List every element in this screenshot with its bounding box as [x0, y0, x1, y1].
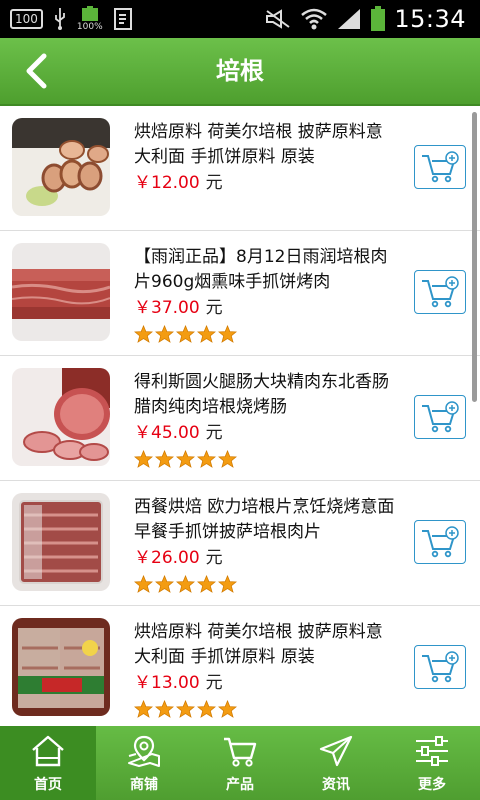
- product-name[interactable]: 烘焙原料 荷美尔培根 披萨原料意大利面 手抓饼原料 原装: [134, 120, 396, 170]
- add-to-cart-button[interactable]: [414, 145, 466, 189]
- rating-stars: [134, 325, 396, 343]
- status-box-indicator: 100: [10, 9, 43, 29]
- star-icon: [155, 700, 174, 718]
- tab-more[interactable]: 更多: [384, 726, 480, 800]
- tab-label: 更多: [418, 777, 446, 793]
- star-icon: [176, 325, 195, 343]
- usb-icon: [55, 8, 65, 30]
- cart-plus-icon: [422, 151, 459, 183]
- tab-label: 首页: [34, 777, 62, 793]
- star-icon: [218, 325, 237, 343]
- star-icon: [134, 700, 153, 718]
- star-icon: [197, 700, 216, 718]
- cart-plus-icon: [422, 526, 459, 558]
- product-image: [12, 368, 110, 466]
- scrollbar[interactable]: [472, 112, 477, 402]
- star-icon: [197, 575, 216, 593]
- battery-icon: [371, 6, 386, 31]
- product-name[interactable]: 烘焙原料 荷美尔培根 披萨原料意大利面 手抓饼原料 原装: [134, 620, 396, 670]
- add-to-cart-button[interactable]: [414, 520, 466, 564]
- mute-icon: [266, 9, 290, 29]
- price-unit: 元: [205, 173, 223, 193]
- price-unit: 元: [205, 548, 223, 568]
- notification-icon: [113, 8, 132, 30]
- product-price: ￥13.00: [134, 673, 200, 693]
- price-unit: 元: [205, 673, 223, 693]
- product-price: ￥37.00: [134, 298, 200, 318]
- page-title: 培根: [216, 57, 264, 85]
- tab-label: 产品: [226, 777, 254, 793]
- product-name[interactable]: 【雨润正品】8月12日雨润培根肉片960g烟熏味手抓饼烤肉: [134, 245, 396, 295]
- status-bar: 100 100% 15:34: [0, 0, 480, 38]
- add-to-cart-button[interactable]: [414, 645, 466, 689]
- tab-shops[interactable]: 商铺: [96, 726, 192, 800]
- cart-plus-icon: [422, 651, 459, 683]
- star-icon: [176, 575, 195, 593]
- star-icon: [134, 325, 153, 343]
- price-unit: 元: [205, 298, 223, 318]
- star-icon: [176, 700, 195, 718]
- star-icon: [197, 325, 216, 343]
- star-icon: [155, 450, 174, 468]
- product-row[interactable]: 【雨润正品】8月12日雨润培根肉片960g烟熏味手抓饼烤肉 ￥37.00 元: [0, 231, 480, 356]
- add-to-cart-button[interactable]: [414, 395, 466, 439]
- product-row[interactable]: 得利斯圆火腿肠大块精肉东北香肠腊肉纯肉培根烧烤肠 ￥45.00 元: [0, 356, 480, 481]
- home-icon: [32, 735, 64, 767]
- product-name[interactable]: 西餐烘焙 欧力培根片烹饪烧烤意面早餐手抓饼披萨培根肉片: [134, 495, 396, 545]
- tab-products[interactable]: 产品: [192, 726, 288, 800]
- product-image: [12, 618, 110, 716]
- map-icon: [128, 735, 160, 767]
- product-image: [12, 243, 110, 341]
- battery-percent: 100%: [76, 22, 103, 32]
- signal-icon: [338, 9, 361, 29]
- tab-label: 资讯: [322, 777, 350, 793]
- product-row[interactable]: 烘焙原料 荷美尔培根 披萨原料意大利面 手抓饼原料 原装 ￥13.00 元: [0, 606, 480, 726]
- product-name[interactable]: 得利斯圆火腿肠大块精肉东北香肠腊肉纯肉培根烧烤肠: [134, 370, 396, 420]
- product-row[interactable]: 西餐烘焙 欧力培根片烹饪烧烤意面早餐手抓饼披萨培根肉片 ￥26.00 元: [0, 481, 480, 606]
- battery-status: 100%: [77, 6, 103, 32]
- product-row[interactable]: 烘焙原料 荷美尔培根 披萨原料意大利面 手抓饼原料 原装 ￥12.00 元: [0, 106, 480, 231]
- star-icon: [218, 700, 237, 718]
- cart-plus-icon: [422, 276, 459, 308]
- rating-stars: [134, 575, 396, 593]
- tab-label: 商铺: [130, 777, 158, 793]
- tab-home[interactable]: 首页: [0, 726, 96, 800]
- star-icon: [155, 575, 174, 593]
- rating-stars: [134, 700, 396, 718]
- tab-news[interactable]: 资讯: [288, 726, 384, 800]
- cart-icon: [224, 737, 257, 767]
- star-icon: [218, 575, 237, 593]
- product-price: ￥26.00: [134, 548, 200, 568]
- send-icon: [319, 735, 353, 767]
- add-to-cart-button[interactable]: [414, 270, 466, 314]
- cart-plus-icon: [422, 401, 459, 433]
- rating-stars: [134, 450, 396, 468]
- app-header: 培根: [0, 38, 480, 106]
- product-image: [12, 118, 110, 216]
- star-icon: [176, 450, 195, 468]
- star-icon: [218, 450, 237, 468]
- product-image: [12, 493, 110, 591]
- product-list[interactable]: 烘焙原料 荷美尔培根 披萨原料意大利面 手抓饼原料 原装 ￥12.00 元 【雨…: [0, 106, 480, 726]
- bottom-tab-bar: 首页 商铺 产品 资讯 更多: [0, 726, 480, 800]
- star-icon: [134, 575, 153, 593]
- product-price: ￥45.00: [134, 423, 200, 443]
- star-icon: [197, 450, 216, 468]
- clock: 15:34: [394, 5, 466, 33]
- star-icon: [155, 325, 174, 343]
- product-price: ￥12.00: [134, 173, 200, 193]
- sliders-icon: [416, 736, 448, 766]
- price-unit: 元: [205, 423, 223, 443]
- battery-small-icon: [81, 6, 98, 21]
- wifi-icon: [301, 8, 328, 30]
- star-icon: [134, 450, 153, 468]
